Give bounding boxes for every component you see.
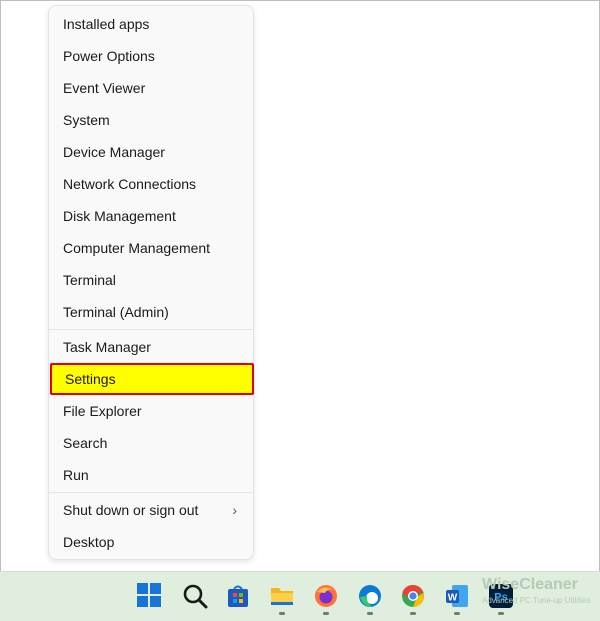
menu-item-run[interactable]: Run [49,459,253,491]
menu-item-installed-apps[interactable]: Installed apps [49,8,253,40]
menu-item-search[interactable]: Search [49,427,253,459]
menu-separator [49,329,253,330]
running-indicator [454,612,460,615]
menu-item-device-manager[interactable]: Device Manager [49,136,253,168]
firefox-icon[interactable] [313,583,339,609]
menu-item-system[interactable]: System [49,104,253,136]
running-indicator [323,612,329,615]
menu-item-terminal[interactable]: Terminal [49,264,253,296]
menu-item-disk-management[interactable]: Disk Management [49,200,253,232]
menu-item-desktop[interactable]: Desktop [49,526,253,558]
menu-item-power-options[interactable]: Power Options [49,40,253,72]
svg-text:W: W [448,593,458,604]
menu-separator [49,492,253,493]
running-indicator [367,612,373,615]
search-icon[interactable] [182,583,208,609]
menu-item-network-connections[interactable]: Network Connections [49,168,253,200]
menu-item-computer-management[interactable]: Computer Management [49,232,253,264]
running-indicator [498,612,504,615]
running-indicator [410,612,416,615]
menu-item-event-viewer[interactable]: Event Viewer [49,72,253,104]
running-indicator [279,612,285,615]
menu-item-task-manager[interactable]: Task Manager [49,331,253,363]
menu-item-shut-down[interactable]: Shut down or sign out › [49,494,253,526]
winx-context-menu: Installed apps Power Options Event Viewe… [48,5,254,560]
menu-item-file-explorer[interactable]: File Explorer [49,395,253,427]
menu-item-settings[interactable]: Settings [50,363,254,395]
microsoft-store-icon[interactable] [225,583,251,609]
chevron-right-icon: › [232,502,237,518]
watermark-title: WiseCleaner [482,576,578,593]
menu-item-terminal-admin[interactable]: Terminal (Admin) [49,296,253,328]
windows-start-icon[interactable] [137,583,163,609]
chrome-icon[interactable] [400,583,426,609]
edge-icon[interactable] [357,583,383,609]
watermark-subtitle: Advanced PC Tune-up Utilities [482,596,591,605]
file-explorer-icon[interactable] [269,583,295,609]
word-icon[interactable]: W [444,583,470,609]
